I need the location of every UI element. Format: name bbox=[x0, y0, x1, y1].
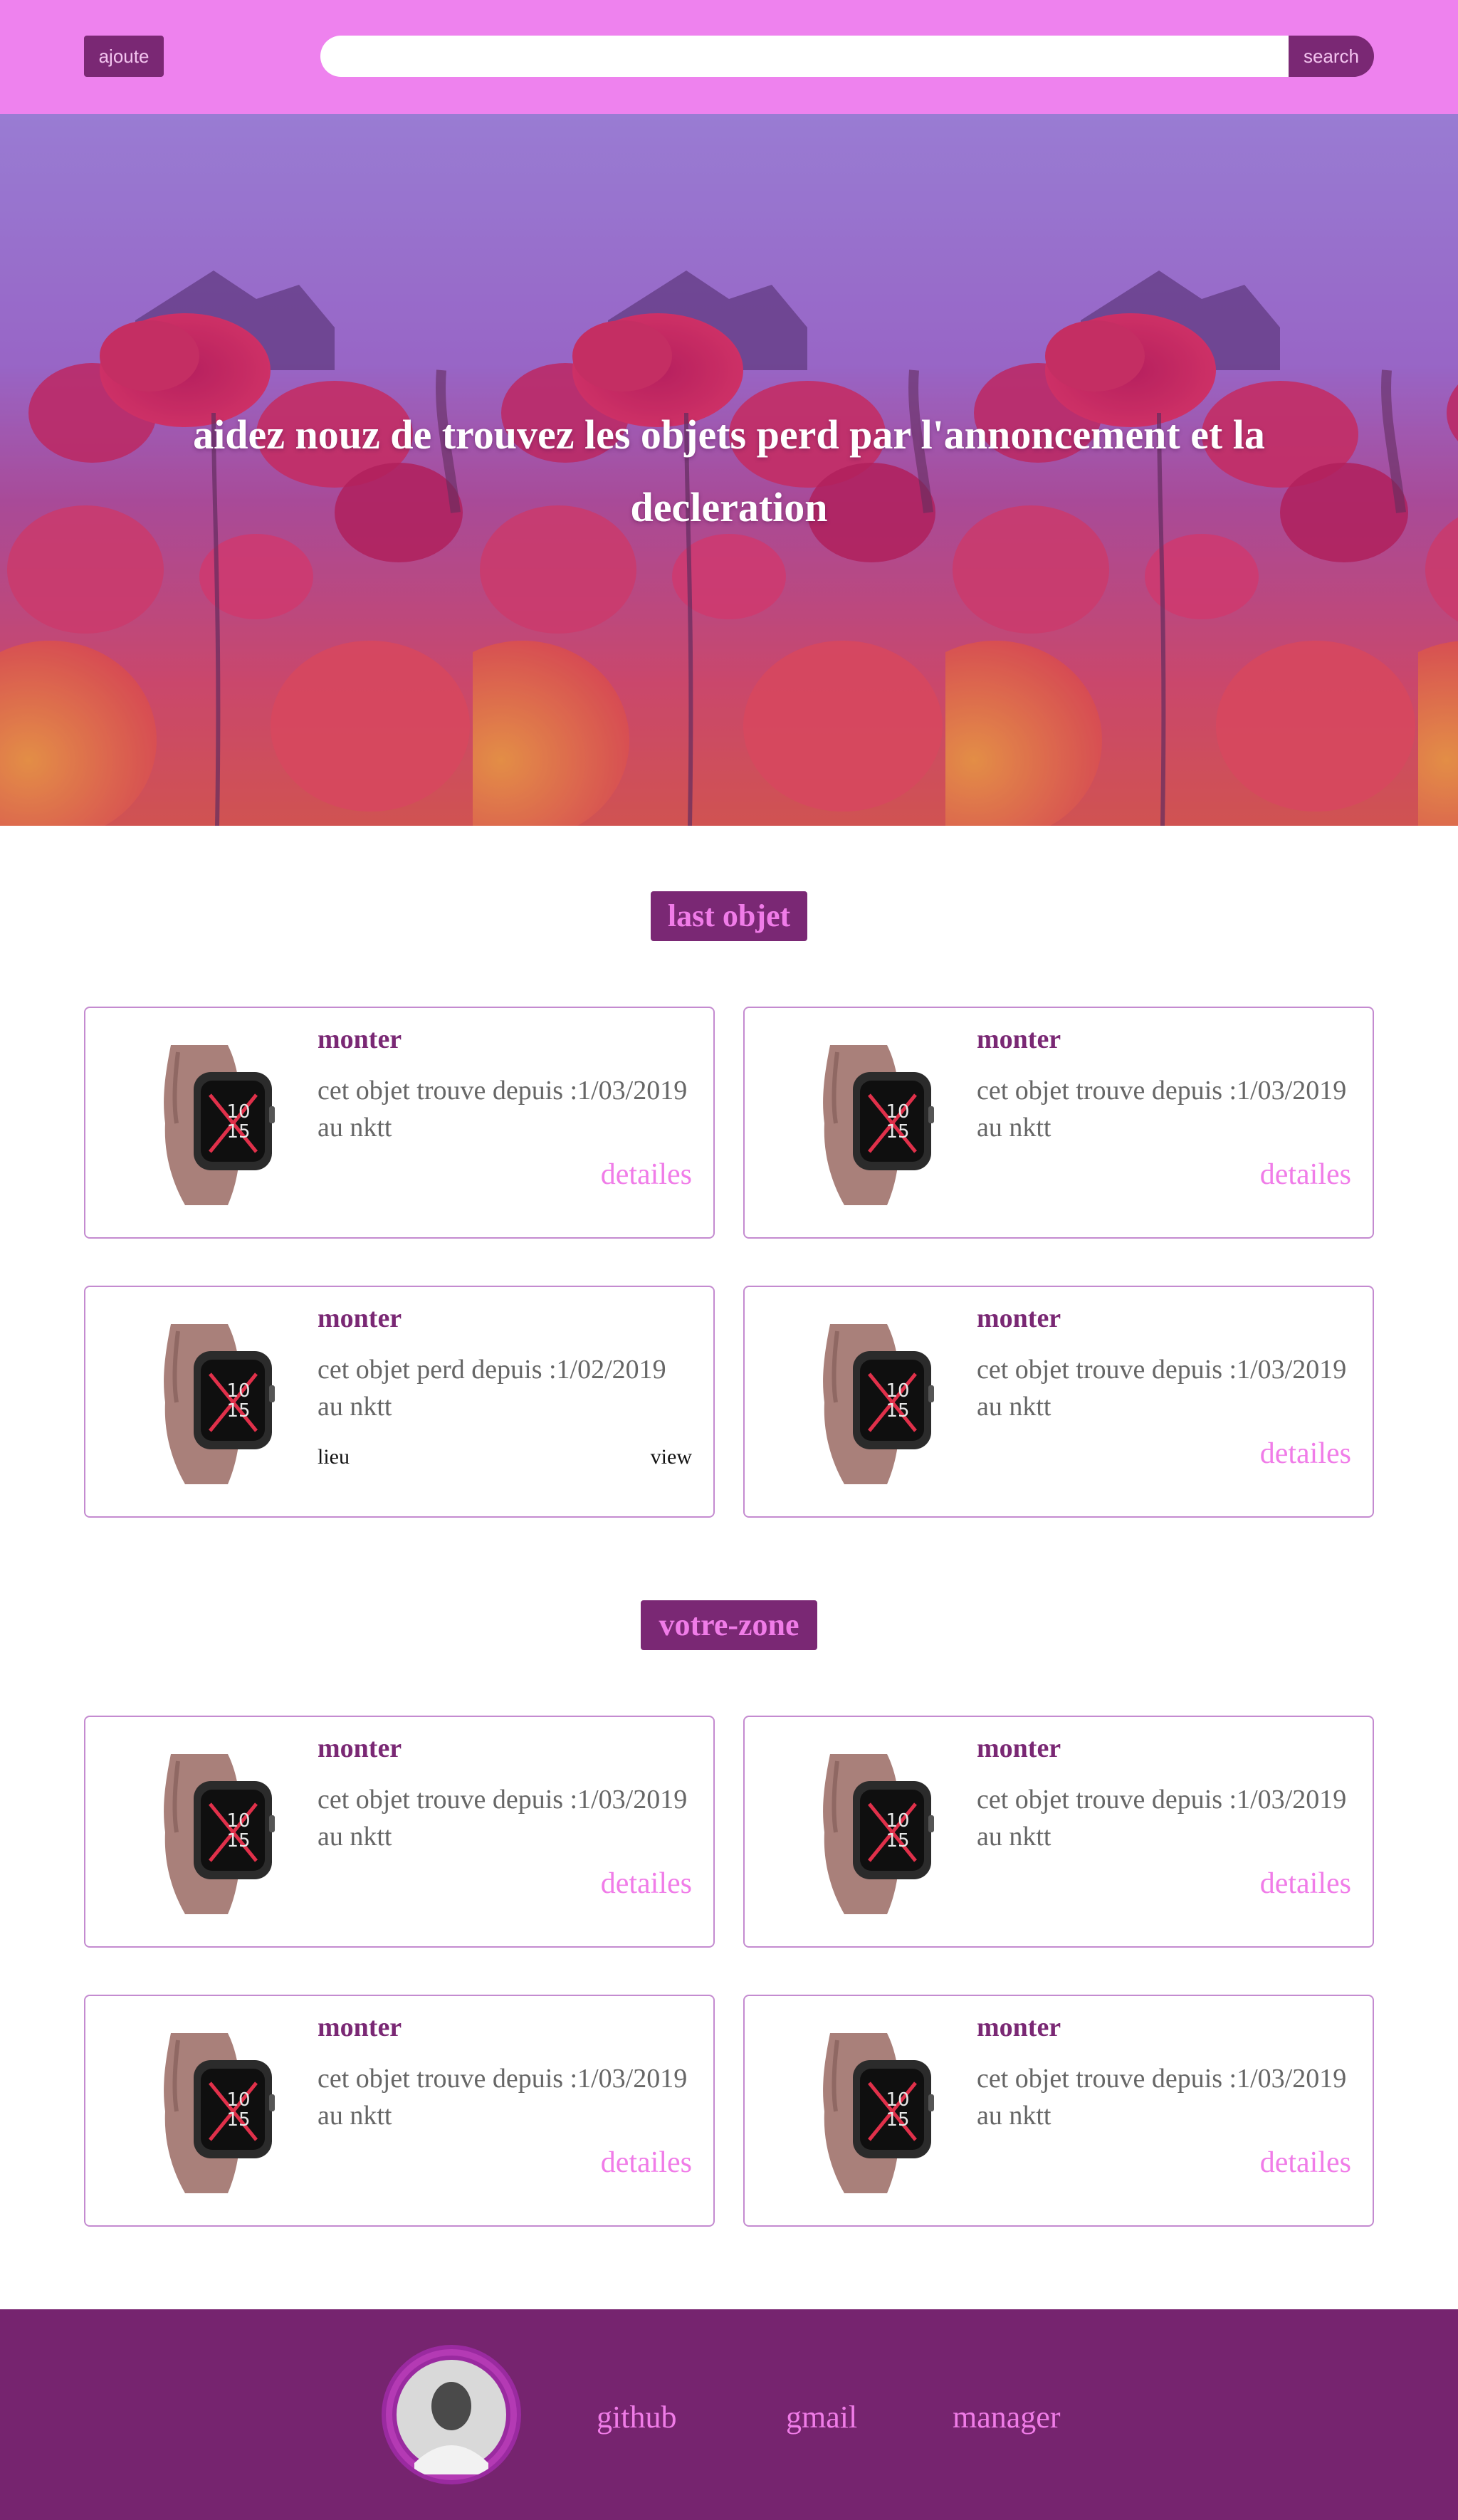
object-card[interactable]: 10 15 monter cet objet trouve depuis :1/… bbox=[743, 1286, 1374, 1518]
svg-text:10: 10 bbox=[226, 2089, 250, 2111]
card-title: monter bbox=[977, 1024, 1061, 1054]
watch-image: 10 15 bbox=[780, 2026, 951, 2197]
svg-text:15: 15 bbox=[886, 1830, 909, 1852]
details-link[interactable]: detailes bbox=[601, 1157, 692, 1192]
card-description: cet objet trouve depuis :1/03/2019 au nk… bbox=[318, 1785, 688, 1852]
footer-link-manager[interactable]: manager bbox=[953, 2399, 1060, 2435]
svg-text:10: 10 bbox=[226, 1380, 250, 1402]
watch-image: 10 15 bbox=[121, 1038, 292, 1209]
hero-poppy-image bbox=[1418, 114, 1458, 826]
search-button[interactable]: search bbox=[1289, 36, 1374, 77]
lieu-link[interactable]: lieu bbox=[318, 1445, 350, 1469]
card-title: monter bbox=[318, 1733, 402, 1763]
svg-text:10: 10 bbox=[226, 1101, 250, 1123]
details-link[interactable]: detailes bbox=[601, 1867, 692, 1901]
object-card[interactable]: 10 15 monter cet objet trouve depuis :1/… bbox=[743, 1716, 1374, 1948]
add-button[interactable]: ajoute bbox=[84, 36, 164, 77]
watch-image: 10 15 bbox=[121, 2026, 292, 2197]
view-link[interactable]: view bbox=[651, 1445, 692, 1469]
hero-banner: aidez nouz de trouvez les objets perd pa… bbox=[0, 114, 1458, 826]
watch-image: 10 15 bbox=[121, 1747, 292, 1918]
watch-image: 10 15 bbox=[780, 1747, 951, 1918]
svg-text:10: 10 bbox=[886, 1101, 909, 1123]
object-card[interactable]: 10 15 monter cet objet perd depuis :1/02… bbox=[84, 1286, 715, 1518]
watch-image: 10 15 bbox=[780, 1038, 951, 1209]
section-title-last-objet: last objet bbox=[651, 891, 807, 941]
watch-image: 10 15 bbox=[780, 1317, 951, 1488]
card-description: cet objet trouve depuis :1/03/2019 au nk… bbox=[977, 1355, 1347, 1422]
svg-text:10: 10 bbox=[886, 1380, 909, 1402]
svg-text:10: 10 bbox=[886, 2089, 909, 2111]
object-card[interactable]: 10 15 monter cet objet trouve depuis :1/… bbox=[743, 1007, 1374, 1239]
card-description: cet objet trouve depuis :1/03/2019 au nk… bbox=[318, 2064, 688, 2131]
card-title: monter bbox=[318, 2012, 402, 2042]
object-card[interactable]: 10 15 monter cet objet trouve depuis :1/… bbox=[743, 1995, 1374, 2227]
object-card[interactable]: 10 15 monter cet objet trouve depuis :1/… bbox=[84, 1995, 715, 2227]
footer-link-github[interactable]: github bbox=[597, 2399, 676, 2435]
card-description: cet objet trouve depuis :1/03/2019 au nk… bbox=[977, 1785, 1347, 1852]
details-link[interactable]: detailes bbox=[1260, 1867, 1351, 1901]
card-description: cet objet trouve depuis :1/03/2019 au nk… bbox=[977, 2064, 1347, 2131]
card-title: monter bbox=[977, 1303, 1061, 1333]
details-link[interactable]: detailes bbox=[1260, 1437, 1351, 1471]
object-card[interactable]: 10 15 monter cet objet trouve depuis :1/… bbox=[84, 1716, 715, 1948]
avatar bbox=[382, 2345, 521, 2484]
svg-text:10: 10 bbox=[226, 1810, 250, 1832]
details-link[interactable]: detailes bbox=[1260, 2146, 1351, 2180]
card-title: monter bbox=[318, 1024, 402, 1054]
details-link[interactable]: detailes bbox=[1260, 1157, 1351, 1192]
footer: github gmail manager bbox=[0, 2309, 1458, 2520]
details-link[interactable]: detailes bbox=[601, 2146, 692, 2180]
section-title-votre-zone: votre-zone bbox=[641, 1600, 817, 1650]
svg-text:15: 15 bbox=[886, 2109, 909, 2131]
svg-text:15: 15 bbox=[886, 1121, 909, 1143]
footer-link-gmail[interactable]: gmail bbox=[786, 2399, 857, 2435]
svg-text:10: 10 bbox=[886, 1810, 909, 1832]
card-description: cet objet trouve depuis :1/03/2019 au nk… bbox=[977, 1076, 1347, 1143]
card-description: cet objet perd depuis :1/02/2019 au nktt bbox=[318, 1355, 666, 1422]
svg-text:15: 15 bbox=[226, 1121, 250, 1143]
card-title: monter bbox=[977, 2012, 1061, 2042]
svg-text:15: 15 bbox=[226, 1830, 250, 1852]
search-input[interactable] bbox=[320, 36, 1289, 77]
hero-title: aidez nouz de trouvez les objets perd pa… bbox=[193, 411, 1265, 530]
top-bar: ajoute search bbox=[0, 0, 1458, 114]
watch-image: 10 15 bbox=[121, 1317, 292, 1488]
object-card[interactable]: 10 15 monter cet objet trouve depuis :1/… bbox=[84, 1007, 715, 1239]
card-title: monter bbox=[318, 1303, 402, 1333]
card-title: monter bbox=[977, 1733, 1061, 1763]
svg-text:15: 15 bbox=[226, 1400, 250, 1422]
card-description: cet objet trouve depuis :1/03/2019 au nk… bbox=[318, 1076, 688, 1143]
svg-text:15: 15 bbox=[886, 1400, 909, 1422]
svg-text:15: 15 bbox=[226, 2109, 250, 2131]
